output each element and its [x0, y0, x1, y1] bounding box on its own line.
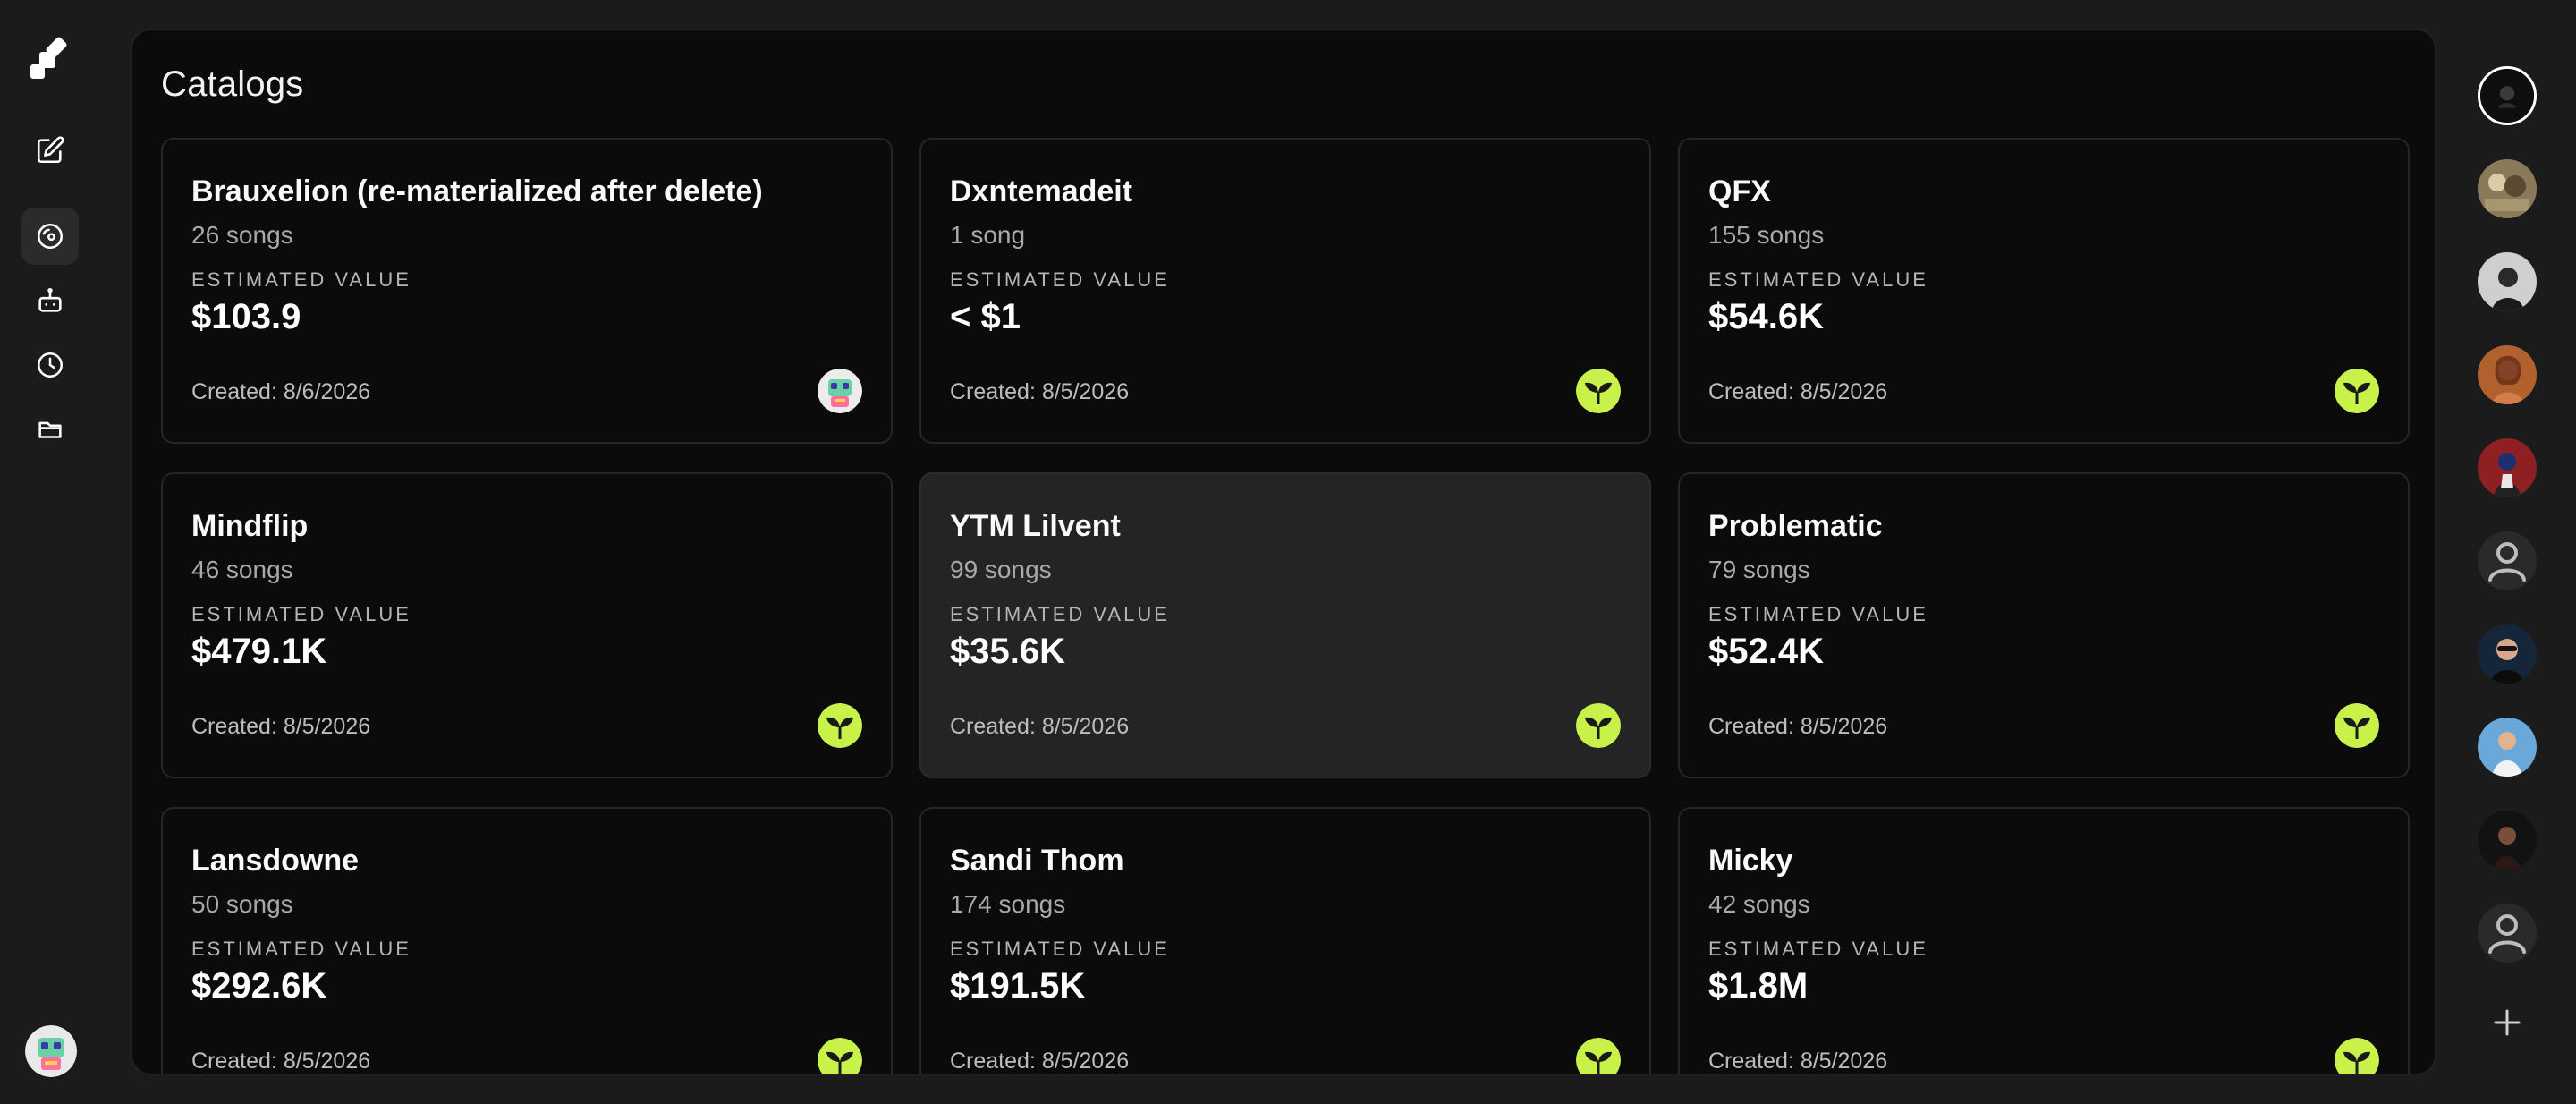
edit-button[interactable] [21, 122, 79, 179]
clock-icon [37, 352, 64, 378]
song-count: 99 songs [950, 556, 1052, 583]
history-nav-button[interactable] [21, 336, 79, 394]
estimated-value: $1.8M [1708, 966, 1809, 1006]
robot-avatar-icon [25, 1025, 77, 1077]
sprout-icon [2334, 1038, 2379, 1074]
user-avatar-1[interactable] [2478, 66, 2537, 125]
catalog-card[interactable]: YTM Lilvent 99 songs ESTIMATED VALUE $35… [919, 472, 1651, 778]
song-count: 155 songs [1708, 221, 1825, 249]
plus-icon[interactable] [2487, 1002, 2528, 1043]
song-count: 79 songs [1708, 556, 1810, 583]
catalog-card[interactable]: Micky 42 songs ESTIMATED VALUE $1.8M Cre… [1678, 807, 2410, 1074]
catalog-name: Lansdowne [191, 844, 360, 878]
sprout-icon [818, 1038, 862, 1074]
estimated-value: < $1 [950, 297, 1021, 336]
catalog-card[interactable]: Mindflip 46 songs ESTIMATED VALUE $479.1… [161, 472, 893, 778]
estimated-value: $52.4K [1708, 632, 1824, 671]
catalog-disc-icon [37, 223, 64, 250]
sprout-icon [2334, 369, 2379, 413]
robot-icon [38, 287, 62, 312]
created-date: Created: 8/5/2026 [191, 714, 371, 739]
catalogs-panel: Catalogs Brauxelion (re-materialized aft… [131, 29, 2436, 1075]
logo-icon[interactable] [27, 36, 73, 82]
agents-nav-button[interactable] [21, 272, 79, 329]
catalog-card[interactable]: Brauxelion (re-materialized after delete… [161, 138, 893, 444]
default-user-icon[interactable] [2478, 904, 2537, 963]
catalog-card[interactable]: Lansdowne 50 songs ESTIMATED VALUE $292.… [161, 807, 893, 1074]
user-avatar-4[interactable] [2478, 345, 2537, 404]
created-date: Created: 8/5/2026 [950, 714, 1130, 739]
catalogs-nav-button[interactable] [21, 208, 79, 265]
created-date: Created: 8/5/2026 [1708, 379, 1888, 404]
estimated-value-label: ESTIMATED VALUE [191, 938, 411, 960]
song-count: 42 songs [1708, 890, 1810, 918]
song-count: 174 songs [950, 890, 1066, 918]
folder-icon [38, 421, 62, 438]
page-title: Catalogs [161, 64, 304, 104]
catalog-card[interactable]: QFX 155 songs ESTIMATED VALUE $54.6K Cre… [1678, 138, 2410, 444]
catalog-name: Mindflip [191, 509, 309, 543]
user-avatar-8[interactable] [2478, 811, 2537, 870]
created-date: Created: 8/5/2026 [191, 1049, 371, 1074]
default-user-icon[interactable] [2478, 531, 2537, 590]
sprout-icon [2334, 703, 2379, 748]
catalog-name: Sandi Thom [950, 844, 1124, 878]
estimated-value: $191.5K [950, 966, 1086, 1006]
created-date: Created: 8/5/2026 [1708, 714, 1888, 739]
account-avatar[interactable] [25, 1025, 77, 1077]
sprout-icon [1576, 703, 1621, 748]
estimated-value-label: ESTIMATED VALUE [191, 603, 411, 625]
catalog-card[interactable]: Sandi Thom 174 songs ESTIMATED VALUE $19… [919, 807, 1651, 1074]
right-sidebar-workspaces [2451, 0, 2576, 1104]
left-sidebar [0, 0, 100, 1104]
estimated-value: $54.6K [1708, 297, 1824, 336]
created-date: Created: 8/6/2026 [191, 379, 371, 404]
files-nav-button[interactable] [21, 401, 79, 458]
song-count: 50 songs [191, 890, 293, 918]
estimated-value-label: ESTIMATED VALUE [1708, 603, 1928, 625]
created-date: Created: 8/5/2026 [950, 379, 1130, 404]
catalog-card[interactable]: Dxntemadeit 1 song ESTIMATED VALUE < $1 … [919, 138, 1651, 444]
estimated-value-label: ESTIMATED VALUE [191, 268, 411, 291]
catalog-card[interactable]: Problematic 79 songs ESTIMATED VALUE $52… [1678, 472, 2410, 778]
robot-avatar-icon [818, 369, 862, 413]
sprout-icon [818, 703, 862, 748]
song-count: 1 song [950, 221, 1026, 249]
sprout-icon [1576, 1038, 1621, 1074]
estimated-value: $479.1K [191, 632, 327, 671]
estimated-value: $292.6K [191, 966, 327, 1006]
user-avatar-7[interactable] [2478, 718, 2537, 777]
catalog-name: Problematic [1708, 509, 1883, 543]
user-avatar-6[interactable] [2478, 624, 2537, 684]
estimated-value-label: ESTIMATED VALUE [1708, 268, 1928, 291]
catalog-name: Brauxelion (re-materialized after delete… [191, 174, 763, 208]
user-avatar-3[interactable] [2478, 252, 2537, 311]
catalog-name: YTM Lilvent [950, 509, 1121, 543]
catalog-name: Dxntemadeit [950, 174, 1133, 208]
estimated-value-label: ESTIMATED VALUE [1708, 938, 1928, 960]
catalog-name: Micky [1708, 844, 1793, 878]
estimated-value-label: ESTIMATED VALUE [950, 938, 1170, 960]
created-date: Created: 8/5/2026 [950, 1049, 1130, 1074]
created-date: Created: 8/5/2026 [1708, 1049, 1888, 1074]
song-count: 26 songs [191, 221, 293, 249]
estimated-value-label: ESTIMATED VALUE [950, 268, 1170, 291]
user-avatar-5[interactable] [2478, 438, 2537, 497]
song-count: 46 songs [191, 556, 293, 583]
estimated-value-label: ESTIMATED VALUE [950, 603, 1170, 625]
estimated-value: $35.6K [950, 632, 1065, 671]
edit-icon [37, 136, 64, 164]
sprout-icon [1576, 369, 1621, 413]
estimated-value: $103.9 [191, 297, 301, 336]
user-avatar-2[interactable] [2478, 159, 2537, 218]
catalog-name: QFX [1708, 174, 1771, 208]
